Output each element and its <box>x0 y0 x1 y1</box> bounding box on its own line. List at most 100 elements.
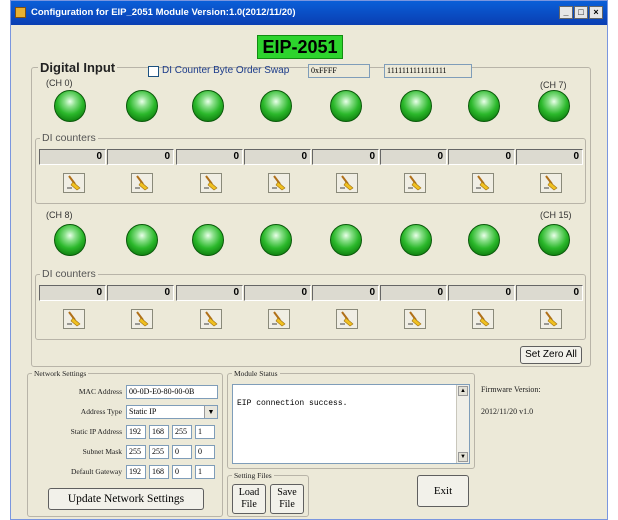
firmware-version-label: Firmware Version: <box>481 385 541 394</box>
minimize-button[interactable]: _ <box>559 6 573 19</box>
byte-order-swap-checkbox[interactable] <box>148 66 159 77</box>
load-file-button[interactable]: Load File <box>232 484 266 514</box>
broom-icon <box>544 311 558 327</box>
broom-icon <box>67 175 81 191</box>
clear-counter-button[interactable] <box>200 309 222 329</box>
led-indicator <box>192 224 224 256</box>
clear-counter-button[interactable] <box>404 173 426 193</box>
clear-counter-button[interactable] <box>472 173 494 193</box>
status-scrollbar[interactable]: ▲ ▼ <box>456 385 469 463</box>
broom-icon <box>408 175 422 191</box>
scroll-down-icon[interactable]: ▼ <box>458 452 468 462</box>
ip-octet-input[interactable]: 168 <box>149 425 169 439</box>
di-counter-field: 0 <box>312 285 379 301</box>
broom-icon <box>408 311 422 327</box>
ip-octet-input[interactable]: 192 <box>126 465 146 479</box>
led-indicator <box>192 90 224 122</box>
di-counter-field: 0 <box>176 149 243 165</box>
default-gateway-label: Default Gateway <box>70 467 122 476</box>
network-settings-group: Network Settings MAC Address 00-0D-E0-80… <box>27 369 223 517</box>
di-counter-field: 0 <box>244 285 311 301</box>
setting-files-title: Setting Files <box>232 471 274 480</box>
broom-icon <box>340 175 354 191</box>
di-counters-group-2: DI counters 00000000 <box>35 268 586 340</box>
di-counters-label-2: DI counters <box>40 268 98 280</box>
di-counter-field: 0 <box>107 285 174 301</box>
clear-counter-button[interactable] <box>200 173 222 193</box>
network-settings-title: Network Settings <box>32 369 89 378</box>
setting-files-group: Setting Files Load File Save File <box>227 471 309 517</box>
app-icon <box>15 7 26 18</box>
broom-icon <box>67 311 81 327</box>
clear-counter-button[interactable] <box>63 173 85 193</box>
broom-icon <box>204 311 218 327</box>
exit-button[interactable]: Exit <box>417 475 469 507</box>
di-counter-field: 0 <box>516 149 583 165</box>
led-indicator <box>468 224 500 256</box>
clear-counter-button[interactable] <box>404 309 426 329</box>
clear-counter-button[interactable] <box>131 173 153 193</box>
ip-octet-input[interactable]: 255 <box>149 445 169 459</box>
save-file-label-1: Save <box>277 487 297 498</box>
ip-octet-input[interactable]: 192 <box>126 425 146 439</box>
led-indicator <box>400 90 432 122</box>
ip-octet-input[interactable]: 1 <box>195 465 215 479</box>
model-header: EIP-2051 <box>257 35 343 59</box>
ip-octet-input[interactable]: 255 <box>172 425 192 439</box>
update-network-settings-button[interactable]: Update Network Settings <box>48 488 204 510</box>
subnet-mask-label: Subnet Mask <box>82 447 122 456</box>
clear-counter-button[interactable] <box>268 173 290 193</box>
di-counters-label-1: DI counters <box>40 132 98 144</box>
broom-icon <box>476 311 490 327</box>
clear-counter-button[interactable] <box>268 309 290 329</box>
led-indicator <box>54 224 86 256</box>
close-button[interactable]: × <box>589 6 603 19</box>
mac-address-field: 00-0D-E0-80-00-0B <box>126 385 218 399</box>
clear-counter-button[interactable] <box>336 173 358 193</box>
broom-icon <box>272 311 286 327</box>
ip-octet-input[interactable]: 168 <box>149 465 169 479</box>
led-indicator <box>330 224 362 256</box>
maximize-button[interactable]: □ <box>574 6 588 19</box>
led-indicator <box>538 90 570 122</box>
scroll-up-icon[interactable]: ▲ <box>458 386 468 396</box>
clear-counter-button[interactable] <box>540 173 562 193</box>
clear-counter-button[interactable] <box>131 309 153 329</box>
module-status-box[interactable]: EIP connection success. ▲ ▼ <box>232 384 470 464</box>
digital-input-group: Digital Input DI Counter Byte Order Swap… <box>31 60 591 367</box>
module-status-title: Module Status <box>232 369 280 378</box>
address-type-select[interactable]: Static IP ▼ <box>126 405 218 419</box>
save-file-label-2: File <box>279 499 295 510</box>
ip-octet-input[interactable]: 1 <box>195 425 215 439</box>
set-zero-all-button[interactable]: Set Zero All <box>520 346 582 364</box>
di-counter-field: 0 <box>448 149 515 165</box>
clear-counter-button[interactable] <box>472 309 494 329</box>
led-indicator <box>260 90 292 122</box>
clear-counter-button[interactable] <box>336 309 358 329</box>
clear-counter-button[interactable] <box>63 309 85 329</box>
led-indicator <box>330 90 362 122</box>
ip-octet-input[interactable]: 0 <box>172 445 192 459</box>
ip-octet-input[interactable]: 0 <box>172 465 192 479</box>
di-counter-field: 0 <box>448 285 515 301</box>
ip-octet-input[interactable]: 255 <box>126 445 146 459</box>
clear-counter-button[interactable] <box>540 309 562 329</box>
ip-octet-input[interactable]: 0 <box>195 445 215 459</box>
broom-icon <box>135 311 149 327</box>
led-indicator <box>400 224 432 256</box>
module-status-group: Module Status EIP connection success. ▲ … <box>227 369 475 469</box>
broom-icon <box>476 175 490 191</box>
led-indicator <box>126 90 158 122</box>
di-counter-field: 0 <box>39 149 106 165</box>
load-file-label-2: File <box>241 499 257 510</box>
byte-order-swap-label: DI Counter Byte Order Swap <box>162 65 290 76</box>
di-counter-field: 0 <box>176 285 243 301</box>
chevron-down-icon[interactable]: ▼ <box>204 406 217 418</box>
save-file-button[interactable]: Save File <box>270 484 304 514</box>
di-counters-group-1: DI counters 00000000 <box>35 132 586 204</box>
di-counter-field: 0 <box>107 149 174 165</box>
title-bar[interactable]: Configuration for EIP_2051 Module Versio… <box>11 1 607 25</box>
broom-icon <box>135 175 149 191</box>
di-counter-field: 0 <box>312 149 379 165</box>
channel-label-ch15: (CH 15) <box>540 210 572 220</box>
